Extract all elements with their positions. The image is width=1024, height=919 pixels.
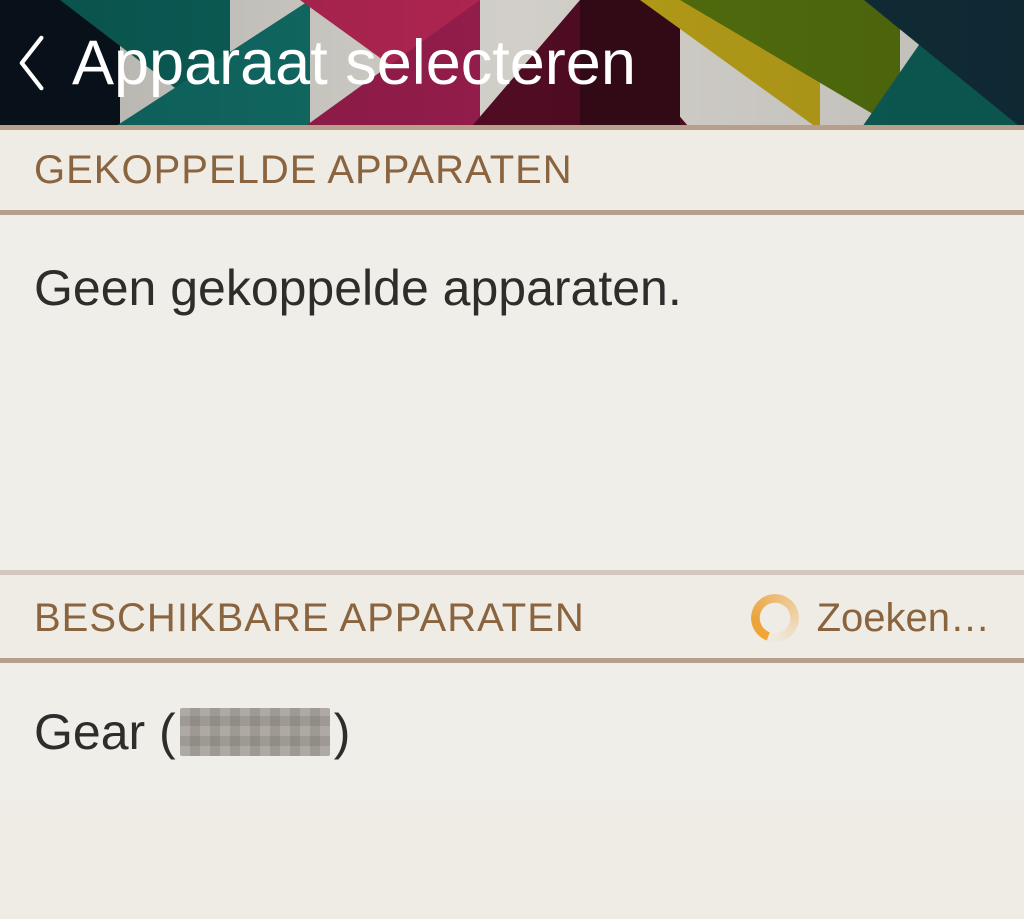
- device-name-suffix: ): [334, 703, 351, 761]
- section-header-paired: GEKOPPELDE APPARATEN: [0, 130, 1024, 215]
- loading-spinner-icon: [751, 594, 799, 642]
- searching-status: Zoeken…: [751, 594, 990, 642]
- device-name-prefix: Gear (: [34, 703, 176, 761]
- app-header: Apparaat selecteren: [0, 0, 1024, 130]
- searching-label: Zoeken…: [817, 596, 990, 641]
- no-paired-devices-text: Geen gekoppelde apparaten.: [0, 215, 1024, 570]
- section-label-available: BESCHIKBARE APPARATEN: [34, 596, 585, 641]
- paired-content: Geen gekoppelde apparaten.: [0, 215, 1024, 575]
- page-title: Apparaat selecteren: [72, 27, 636, 99]
- back-button[interactable]: [16, 35, 50, 91]
- device-id-obscured: [180, 708, 330, 756]
- available-device-item[interactable]: Gear ( ): [0, 663, 1024, 801]
- chevron-left-icon: [16, 35, 50, 91]
- section-header-available: BESCHIKBARE APPARATEN Zoeken…: [0, 578, 1024, 663]
- section-label-paired: GEKOPPELDE APPARATEN: [34, 148, 573, 193]
